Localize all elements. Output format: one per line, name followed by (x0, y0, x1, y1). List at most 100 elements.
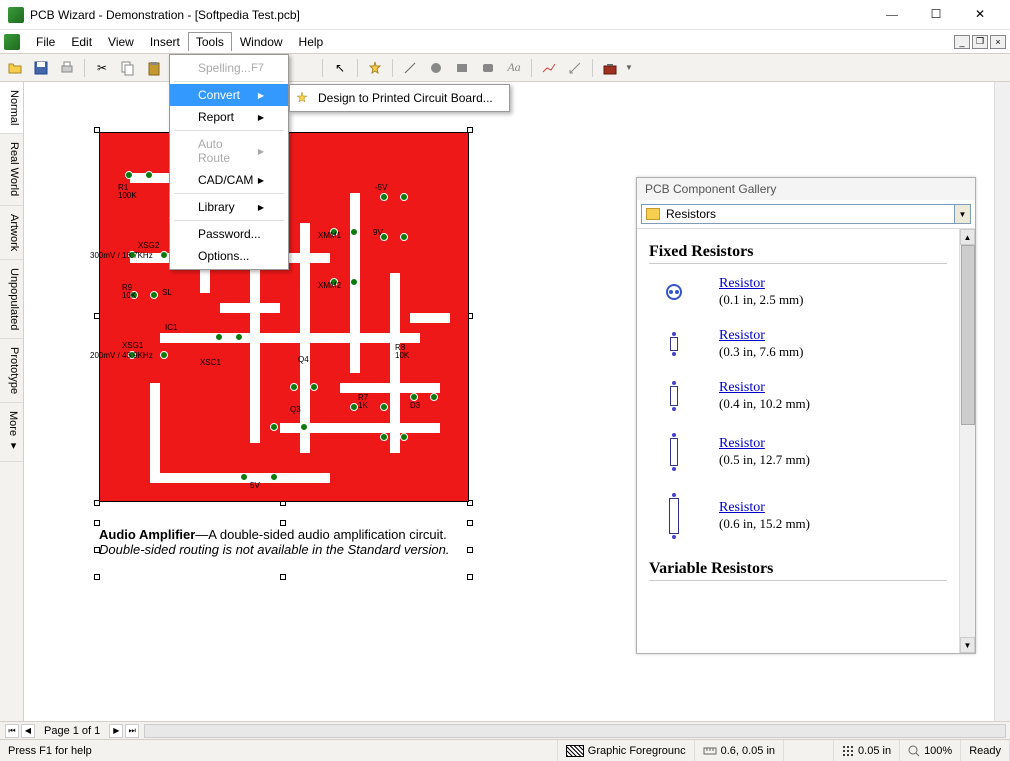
sel-handle[interactable] (280, 520, 286, 526)
menu-view[interactable]: View (100, 32, 142, 52)
status-layer[interactable]: Graphic Foregrounc (558, 740, 695, 761)
gallery-category-dropdown[interactable]: Resistors (641, 204, 955, 224)
status-coords[interactable]: 0.6, 0.05 in (695, 740, 784, 761)
gallery-item[interactable]: Resistor (0.1 in, 2.5 mm) (649, 276, 947, 308)
label-xmm2: XMM2 (318, 281, 341, 290)
mdi-minimize[interactable]: _ (954, 35, 970, 49)
circle-button[interactable] (425, 57, 447, 79)
nav-next[interactable]: ▶ (109, 724, 123, 738)
gallery-item[interactable]: Resistor (0.6 in, 15.2 mm) (649, 492, 947, 540)
main-scrollbar[interactable] (994, 82, 1010, 721)
scroll-up-icon[interactable]: ▲ (960, 229, 975, 245)
dd-spelling: Spelling... F7 (170, 57, 288, 79)
menu-help[interactable]: Help (291, 32, 332, 52)
sel-handle[interactable] (280, 574, 286, 580)
gallery-scrollbar[interactable]: ▲ ▼ (959, 229, 975, 653)
copy-button[interactable] (117, 57, 139, 79)
ruler-icon (703, 745, 717, 757)
tab-more[interactable]: More ▾ (0, 403, 23, 461)
tab-unpopulated[interactable]: Unpopulated (0, 260, 23, 339)
text-button[interactable]: Aa (503, 57, 525, 79)
menu-file[interactable]: File (28, 32, 63, 52)
label-r8v: 10K (395, 351, 409, 360)
label-xsg2: XSG2 (138, 241, 159, 250)
nav-prev[interactable]: ◀ (21, 724, 35, 738)
gallery-item[interactable]: Resistor (0.5 in, 12.7 mm) (649, 432, 947, 472)
dd-password[interactable]: Password... (170, 223, 288, 245)
menu-window[interactable]: Window (232, 32, 291, 52)
toolbox-button[interactable] (599, 57, 621, 79)
label-sl: SL (162, 288, 172, 297)
hscrollbar[interactable] (144, 724, 1006, 738)
gallery-titlebar[interactable]: PCB Component Gallery (637, 178, 975, 200)
print-button[interactable] (56, 57, 78, 79)
sel-handle[interactable] (467, 520, 473, 526)
folder-icon (646, 208, 660, 220)
mdi-restore[interactable]: ❐ (972, 35, 988, 49)
tools-dropdown: Spelling... F7 Convert▶ Report▶ Auto Rou… (169, 54, 289, 270)
line-button[interactable] (399, 57, 421, 79)
wizard-button[interactable] (364, 57, 386, 79)
open-button[interactable] (4, 57, 26, 79)
zoom-icon (908, 745, 920, 757)
pointer-button[interactable]: ↖ (329, 57, 351, 79)
dd-cadcam[interactable]: CAD/CAM▶ (170, 169, 288, 191)
caption[interactable]: Audio Amplifier—A double-sided audio amp… (99, 527, 450, 557)
close-button[interactable]: ✕ (958, 1, 1002, 29)
app-icon (8, 7, 24, 23)
sel-handle[interactable] (94, 520, 100, 526)
caption-note: Double-sided routing is not available in… (99, 542, 450, 557)
dd-options[interactable]: Options... (170, 245, 288, 267)
menu-edit[interactable]: Edit (63, 32, 100, 52)
cut-button[interactable]: ✂ (91, 57, 113, 79)
resistor-icon (649, 283, 699, 301)
sel-handle[interactable] (467, 547, 473, 553)
sel-handle[interactable] (94, 574, 100, 580)
page-label: Page 1 of 1 (36, 725, 108, 737)
tab-prototype[interactable]: Prototype (0, 339, 23, 403)
dropdown-arrow-icon[interactable]: ▼ (955, 204, 971, 224)
chart-button[interactable] (538, 57, 560, 79)
roundrect-button[interactable] (477, 57, 499, 79)
measure-button[interactable] (564, 57, 586, 79)
maximize-button[interactable]: ☐ (914, 1, 958, 29)
status-zoom[interactable]: 100% (900, 740, 961, 761)
nav-last[interactable]: ⏭ (125, 724, 139, 738)
gallery-item[interactable]: Resistor (0.4 in, 10.2 mm) (649, 380, 947, 412)
gallery-close-icon[interactable] (953, 182, 967, 196)
minimize-button[interactable]: — (870, 1, 914, 29)
label-xsg1v: 200mV / 43.9KHz (90, 351, 153, 360)
label-p9v: 9V (373, 228, 383, 237)
menu-insert[interactable]: Insert (142, 32, 188, 52)
dd-library[interactable]: Library▶ (170, 196, 288, 218)
label-r7v: 1K (358, 401, 368, 410)
app-menu-icon[interactable] (4, 34, 20, 50)
gallery-item[interactable]: Resistor (0.3 in, 7.6 mm) (649, 328, 947, 360)
tab-real-world[interactable]: Real World (0, 134, 23, 205)
label-d3: D3 (410, 401, 420, 410)
page-nav: ⏮ ◀ Page 1 of 1 ▶ ⏭ (0, 721, 1010, 739)
save-button[interactable] (30, 57, 52, 79)
sel-handle[interactable] (467, 574, 473, 580)
scroll-down-icon[interactable]: ▼ (960, 637, 975, 653)
label-r1v: 100K (118, 191, 137, 200)
caption-title: Audio Amplifier (99, 527, 195, 542)
section-fixed-resistors: Fixed Resistors (649, 243, 947, 264)
tab-artwork[interactable]: Artwork (0, 206, 23, 260)
sub-design-to-pcb[interactable]: Design to Printed Circuit Board... (290, 87, 509, 109)
resistor-icon (649, 432, 699, 472)
paste-button[interactable] (143, 57, 165, 79)
tab-normal[interactable]: Normal (0, 82, 23, 134)
scroll-thumb[interactable] (961, 245, 975, 425)
status-grid[interactable]: 0.05 in (834, 740, 900, 761)
toolbar: ✂ ABC✓ ↖ Aa ▼ (0, 54, 1010, 82)
dd-report[interactable]: Report▶ (170, 106, 288, 128)
label-q4: Q4 (298, 355, 309, 364)
nav-first[interactable]: ⏮ (5, 724, 19, 738)
rect-button[interactable] (451, 57, 473, 79)
label-xsc1: XSC1 (200, 358, 221, 367)
mdi-close[interactable]: × (990, 35, 1006, 49)
menu-tools[interactable]: Tools (188, 32, 232, 51)
gallery-panel: PCB Component Gallery Resistors ▼ Fixed … (636, 177, 976, 654)
dd-convert[interactable]: Convert▶ (170, 84, 288, 106)
